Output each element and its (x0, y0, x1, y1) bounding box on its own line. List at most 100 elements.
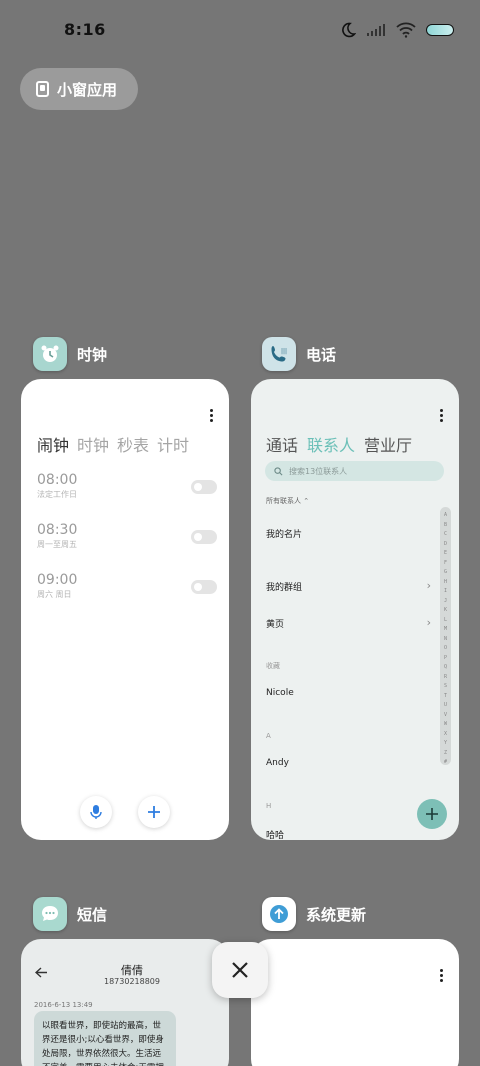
clock-app-icon (33, 337, 67, 371)
sms-app-icon (33, 897, 67, 931)
alphabet-index-letter[interactable]: F (444, 559, 447, 569)
alphabet-index-letter[interactable]: D (444, 540, 447, 550)
alphabet-index-letter[interactable]: E (444, 549, 447, 559)
update-app-header[interactable]: 系统更新 (262, 897, 366, 931)
alphabet-index-letter[interactable]: S (444, 682, 447, 692)
clock-tabs: 闹钟 时钟 秒表 计时 (37, 432, 189, 456)
alphabet-index-letter[interactable]: V (444, 711, 447, 721)
wifi-icon (396, 22, 416, 38)
status-icons (340, 22, 454, 38)
alphabet-index-letter[interactable]: Y (444, 739, 447, 749)
alphabet-index-letter[interactable]: G (444, 568, 447, 578)
search-placeholder: 搜索13位联系人 (289, 466, 348, 476)
update-app-icon (262, 897, 296, 931)
plus-icon (426, 808, 438, 820)
alarm-toggle[interactable] (191, 480, 217, 494)
alphabet-index-letter[interactable]: X (444, 730, 447, 740)
phone-app-header[interactable]: ||| 电话 (262, 337, 336, 371)
plus-icon (148, 806, 160, 818)
alarm-item[interactable]: 09:00 周六 周日 (37, 572, 217, 600)
alphabet-index-letter[interactable]: N (444, 635, 447, 645)
alarm-item[interactable]: 08:00 法定工作日 (37, 472, 217, 500)
search-icon (274, 466, 283, 475)
sms-date: 2016-6-13 13:49 (34, 1001, 93, 1009)
alarm-toggle[interactable] (191, 580, 217, 594)
alarm-repeat: 周六 周日 (37, 590, 72, 599)
my-card-item[interactable]: 我的名片 (266, 527, 431, 540)
yellow-pages-item[interactable]: 黄页 › (266, 616, 431, 630)
alphabet-index-letter[interactable]: Z (444, 749, 447, 759)
alphabet-index-letter[interactable]: K (444, 606, 447, 616)
small-window-icon (36, 81, 49, 97)
alphabet-index-letter[interactable]: I (444, 587, 447, 597)
update-app-card[interactable] (251, 939, 459, 1066)
all-contacts-filter[interactable]: 所有联系人 ⌃ (266, 496, 309, 506)
alphabet-index-letter[interactable]: # (444, 758, 447, 768)
signal-icon (367, 24, 385, 36)
battery-icon (426, 24, 454, 36)
phone-more-icon[interactable] (440, 409, 444, 422)
sms-contact-number: 18730218809 (104, 977, 160, 986)
status-time: 8:16 (64, 20, 106, 39)
contact-search-input[interactable]: 搜索13位联系人 (265, 461, 444, 481)
tab-service-hall[interactable]: 营业厅 (364, 432, 412, 456)
clock-app-card[interactable]: 闹钟 时钟 秒表 计时 08:00 法定工作日 08:30 周一至周五 09:0… (21, 379, 229, 840)
add-contact-button[interactable] (417, 799, 447, 829)
microphone-icon (90, 805, 102, 819)
sms-app-header[interactable]: 短信 (33, 897, 107, 931)
alphabet-index-letter[interactable]: B (444, 521, 447, 531)
alarm-repeat: 法定工作日 (37, 490, 77, 499)
sms-app-card[interactable]: 倩倩 18730218809 2016-6-13 13:49 以眼看世界，即使站… (21, 939, 229, 1066)
sms-contact-name: 倩倩 (121, 964, 143, 977)
contact-item[interactable]: Nicole (266, 688, 431, 698)
update-app-name: 系统更新 (306, 905, 367, 924)
alphabet-index-letter[interactable]: J (444, 597, 447, 607)
alphabet-index-letter[interactable]: O (444, 644, 447, 654)
moon-icon (342, 22, 356, 38)
sms-app-name: 短信 (77, 905, 108, 924)
tab-contacts[interactable]: 联系人 (307, 432, 355, 456)
tab-clock[interactable]: 时钟 (77, 432, 109, 456)
update-more-icon[interactable] (440, 969, 444, 982)
alphabet-index-letter[interactable]: M (444, 625, 447, 635)
phone-tabs: 通话 联系人 营业厅 (266, 432, 412, 456)
alarm-toggle[interactable] (191, 530, 217, 544)
alphabet-index-letter[interactable]: R (444, 673, 447, 683)
tab-alarm[interactable]: 闹钟 (37, 432, 69, 456)
alphabet-index-bar[interactable]: A B C D E F G H I J K L M N O P Q R S T U V W X Y Z # (440, 507, 451, 765)
clock-app-name: 时钟 (77, 345, 108, 364)
alphabet-index-letter[interactable]: L (444, 616, 447, 626)
tab-calls[interactable]: 通话 (266, 432, 298, 456)
section-header: H (266, 802, 272, 810)
alarm-time: 08:30 (37, 522, 78, 538)
small-window-label: 小窗应用 (57, 80, 118, 99)
contact-item[interactable]: Andy (266, 758, 431, 768)
alphabet-index-letter[interactable]: C (444, 530, 447, 540)
clear-all-button[interactable] (212, 942, 268, 998)
clock-more-icon[interactable] (210, 409, 214, 422)
alphabet-index-letter[interactable]: P (444, 654, 447, 664)
voice-alarm-button[interactable] (80, 796, 112, 828)
small-window-apps-button[interactable]: 小窗应用 (20, 68, 138, 110)
alphabet-index-letter[interactable]: H (444, 578, 447, 588)
alphabet-index-letter[interactable]: Q (444, 663, 447, 673)
alphabet-index-letter[interactable]: W (444, 720, 447, 730)
alarm-item[interactable]: 08:30 周一至周五 (37, 522, 217, 550)
contact-item[interactable]: 哈哈 (266, 828, 431, 840)
status-bar: 8:16 (0, 0, 480, 62)
my-groups-item[interactable]: 我的群组 › (266, 579, 431, 593)
add-alarm-button[interactable] (138, 796, 170, 828)
alphabet-index-letter[interactable]: T (444, 692, 447, 702)
close-icon (232, 962, 248, 978)
clock-app-header[interactable]: 时钟 (33, 337, 107, 371)
phone-app-card[interactable]: 通话 联系人 营业厅 搜索13位联系人 所有联系人 ⌃ 我的名片 我的群组 › 黄… (251, 379, 459, 840)
alphabet-index-letter[interactable]: U (444, 701, 447, 711)
tab-timer[interactable]: 计时 (157, 432, 189, 456)
alphabet-index-letter[interactable]: A (444, 511, 447, 521)
alarm-repeat: 周一至周五 (37, 540, 77, 549)
alarm-time: 09:00 (37, 572, 78, 588)
favorites-header: 收藏 (266, 662, 280, 670)
svg-text:|||: ||| (281, 348, 287, 355)
alarm-time: 08:00 (37, 472, 78, 488)
tab-stopwatch[interactable]: 秒表 (117, 432, 149, 456)
